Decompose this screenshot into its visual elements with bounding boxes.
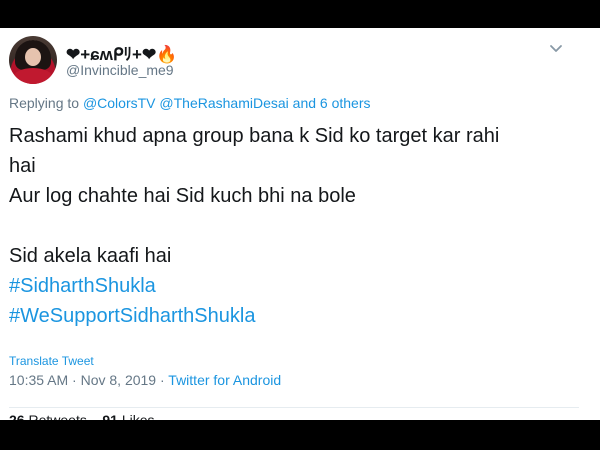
replying-conj: and <box>292 95 317 111</box>
screenshot-frame: ❤+ɕʍᑭﾘ+❤🔥 @Invincible_me9 Replying to @C… <box>0 0 600 450</box>
hashtag-sidharthshukla[interactable]: #SidharthShukla <box>9 271 579 301</box>
tweet-card: ❤+ɕʍᑭﾘ+❤🔥 @Invincible_me9 Replying to @C… <box>0 28 600 420</box>
tweet-line: Aur log chahte hai Sid kuch bhi na bole <box>9 185 356 207</box>
like-count[interactable]: 91 <box>102 412 118 420</box>
tweet-line: Rashami khud apna group bana k Sid ko ta… <box>9 125 500 147</box>
mention-others[interactable]: 6 others <box>320 95 371 111</box>
mention-therashamidesai[interactable]: @TheRashamiDesai <box>159 95 288 111</box>
source-link[interactable]: Twitter for Android <box>168 372 281 388</box>
replying-prefix: Replying to <box>9 95 80 111</box>
avatar[interactable] <box>9 36 57 84</box>
retweets-label[interactable]: Retweets <box>28 412 86 420</box>
avatar-face <box>25 48 41 66</box>
translate-tweet-link[interactable]: Translate Tweet <box>9 354 94 368</box>
timestamp[interactable]: 10:35 AM · Nov 8, 2019 <box>9 372 156 388</box>
avatar-dress <box>13 68 53 84</box>
tweet-line: hai <box>9 155 36 177</box>
tweet-stats: 26 Retweets 91 Likes <box>9 412 155 420</box>
mention-colorstv[interactable]: @ColorsTV <box>83 95 156 111</box>
user-handle[interactable]: @Invincible_me9 <box>66 62 174 78</box>
likes-label[interactable]: Likes <box>122 412 155 420</box>
tweet-text: Rashami khud apna group bana k Sid ko ta… <box>9 121 579 331</box>
meta-separator: · <box>156 372 169 388</box>
retweet-count[interactable]: 26 <box>9 412 25 420</box>
hashtag-wesupportsidharthshukla[interactable]: #WeSupportSidharthShukla <box>9 301 579 331</box>
divider <box>9 407 579 408</box>
tweet-meta: 10:35 AM · Nov 8, 2019 · Twitter for And… <box>9 372 281 388</box>
replying-to: Replying to @ColorsTV @TheRashamiDesai a… <box>9 95 371 111</box>
tweet-line: Sid akela kaafi hai <box>9 245 172 267</box>
chevron-down-icon[interactable] <box>548 40 564 56</box>
